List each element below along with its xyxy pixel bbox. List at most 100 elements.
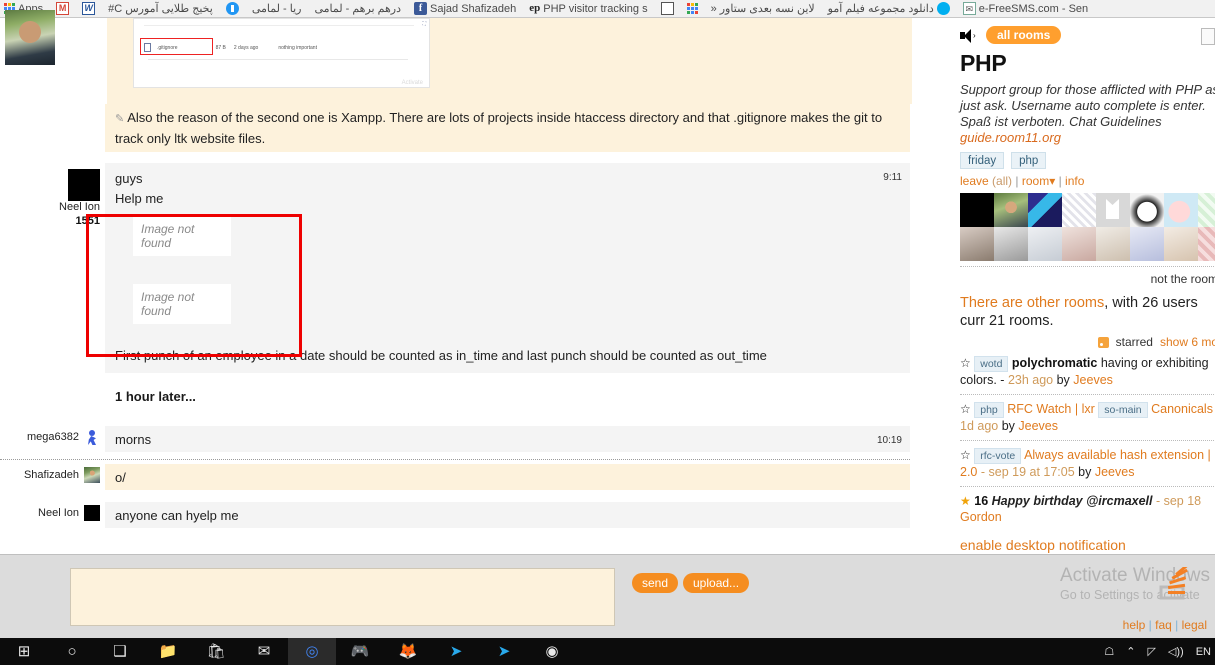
bookmark-csharp-course[interactable]: پخیج طلایی آمورس C# — [108, 3, 213, 15]
starred-links[interactable]: Always available hash extension | — [1024, 448, 1211, 462]
show-more-starred-link[interactable]: show 6 mo — [1160, 335, 1215, 349]
room-tag-friday[interactable]: friday — [960, 152, 1005, 169]
chat-message-list[interactable]: .gitignore 87 B 2 days ago nothing impor… — [0, 18, 950, 554]
star-icon[interactable]: ☆ — [960, 356, 971, 370]
sidebar-search-box[interactable] — [1201, 28, 1215, 45]
starred-author[interactable]: Jeeves — [1018, 419, 1058, 433]
bookmark-php-visitor-tracking[interactable]: ep PHP visitor tracking s — [529, 2, 647, 15]
room-info-link[interactable]: info — [1065, 174, 1084, 188]
avatar[interactable] — [84, 505, 100, 521]
avatar[interactable] — [1164, 227, 1198, 261]
message-author[interactable]: Neel Ion — [59, 201, 100, 213]
broken-image-placeholder-1[interactable]: Image not found — [133, 216, 231, 256]
avatar[interactable] — [68, 169, 100, 201]
avatar[interactable] — [1028, 193, 1062, 227]
broken-image-placeholder-2[interactable]: Image not found — [133, 284, 231, 324]
volume-icon[interactable]: ◁)) — [1168, 645, 1184, 658]
avatar[interactable] — [1062, 193, 1096, 227]
bookmark-apps-2[interactable] — [686, 3, 698, 14]
avatar[interactable] — [1096, 193, 1130, 227]
starred-version[interactable]: 2.0 — [960, 465, 977, 479]
speaker-icon[interactable]: › — [960, 28, 977, 43]
starred-author[interactable]: Gordon — [960, 510, 1002, 524]
task-view-button[interactable]: ❑ — [96, 638, 144, 665]
taskbar-firefox[interactable]: 🦊 — [384, 638, 432, 665]
enable-desktop-notification-link[interactable]: enable desktop notification — [960, 537, 1215, 553]
starred-tag[interactable]: wotd — [974, 356, 1009, 372]
taskbar-game[interactable]: 🎮 — [336, 638, 384, 665]
taskbar-telegram-2[interactable]: ➤ — [480, 638, 528, 665]
avatar[interactable] — [1028, 227, 1062, 261]
current-user-avatar[interactable] — [5, 10, 55, 65]
star-icon[interactable]: ☆ — [960, 448, 971, 462]
bookmark-empty[interactable] — [660, 2, 674, 15]
embedded-screenshot-thumbnail[interactable]: .gitignore 87 B 2 days ago nothing impor… — [133, 18, 430, 88]
leave-all-link[interactable]: (all) — [992, 174, 1012, 188]
avatar[interactable] — [1062, 227, 1096, 261]
show-hidden-icon[interactable]: ⌃ — [1126, 645, 1135, 658]
other-rooms-link[interactable]: There are other rooms — [960, 295, 1104, 311]
bookmark-word[interactable]: W — [82, 2, 96, 15]
room-menu-link[interactable]: room — [1022, 174, 1049, 188]
bookmark-gmail[interactable] — [56, 2, 70, 15]
avatar[interactable] — [84, 467, 100, 483]
star-icon-filled[interactable]: ★ — [960, 494, 971, 508]
bookmark-facebook-profile[interactable]: f Sajad Shafizadeh — [414, 2, 516, 15]
send-button[interactable]: send — [632, 573, 679, 593]
starred-time[interactable]: 23h ago — [1008, 373, 1053, 387]
avatar[interactable] — [1198, 227, 1215, 261]
bookmark-darham-barham[interactable]: درهم برهم - لمامی — [314, 3, 401, 15]
message-author[interactable]: Shafizadeh — [24, 469, 79, 481]
avatar[interactable] — [960, 227, 994, 261]
bookmark-film-collection[interactable]: دانلود مجموعه فیلم آمو — [828, 2, 950, 15]
avatar[interactable] — [994, 193, 1028, 227]
avatar[interactable] — [1198, 193, 1215, 227]
room-tags: friday php — [960, 152, 1215, 169]
taskbar-store[interactable]: 🛍 — [192, 638, 240, 665]
upload-button[interactable]: upload... — [683, 573, 750, 593]
all-rooms-button[interactable]: all rooms — [986, 26, 1062, 44]
rss-icon[interactable] — [1097, 336, 1109, 348]
avatar[interactable] — [960, 193, 994, 227]
starred-time[interactable]: 1d ago — [960, 419, 998, 433]
faq-link[interactable]: faq — [1155, 618, 1172, 632]
avatar[interactable] — [1130, 227, 1164, 261]
starred-tag[interactable]: php — [974, 402, 1004, 418]
room-tag-php[interactable]: php — [1011, 152, 1047, 169]
starred-links-2[interactable]: Canonicals — [1151, 402, 1213, 416]
message-text-line-1: guys — [115, 171, 143, 186]
starred-tag[interactable]: rfc-vote — [974, 448, 1022, 464]
person-icon[interactable]: ☖ — [1104, 645, 1114, 658]
start-button[interactable]: ⊞ — [0, 638, 48, 665]
starred-links[interactable]: RFC Watch | lxr — [1007, 402, 1095, 416]
bookmark-lamami[interactable]: ریا - لمامی — [252, 3, 302, 15]
message-author[interactable]: Neel Ion — [38, 507, 79, 519]
bookmark-efreesms[interactable]: e-FreeSMS.com - Sen — [962, 2, 1088, 15]
starred-author[interactable]: Jeeves — [1095, 465, 1135, 479]
bookmark-line-next[interactable]: لاین نسه بعدی ستاور « — [711, 3, 815, 15]
help-link[interactable]: help — [1123, 618, 1146, 632]
starred-author[interactable]: Jeeves — [1073, 373, 1113, 387]
legal-link[interactable]: legal — [1182, 618, 1207, 632]
network-icon[interactable]: ◸ — [1147, 645, 1155, 658]
avatar[interactable] — [84, 429, 100, 445]
language-indicator[interactable]: EN — [1196, 646, 1211, 658]
taskbar-file-explorer[interactable]: 📁 — [144, 638, 192, 665]
message-author[interactable]: mega6382 — [27, 431, 79, 443]
taskbar-telegram[interactable]: ➤ — [432, 638, 480, 665]
taskbar-camera[interactable]: ◉ — [528, 638, 576, 665]
room-guidelines-link[interactable]: guide.room11.org — [960, 130, 1061, 145]
taskbar-chrome[interactable]: ◎ — [288, 638, 336, 665]
avatar[interactable] — [1164, 193, 1198, 227]
avatar[interactable] — [994, 227, 1028, 261]
avatar[interactable] — [1130, 193, 1164, 227]
taskbar-search[interactable]: ○ — [48, 638, 96, 665]
star-icon[interactable]: ☆ — [960, 402, 971, 416]
leave-room-link[interactable]: leave — [960, 174, 989, 188]
bookmark-blue-app[interactable] — [225, 2, 239, 15]
avatar[interactable] — [1096, 227, 1130, 261]
message-input[interactable] — [70, 568, 615, 626]
chevron-down-icon[interactable]: ▾ — [1049, 174, 1055, 188]
taskbar-mail[interactable]: ✉ — [240, 638, 288, 665]
starred-tag-2[interactable]: so-main — [1098, 402, 1148, 418]
